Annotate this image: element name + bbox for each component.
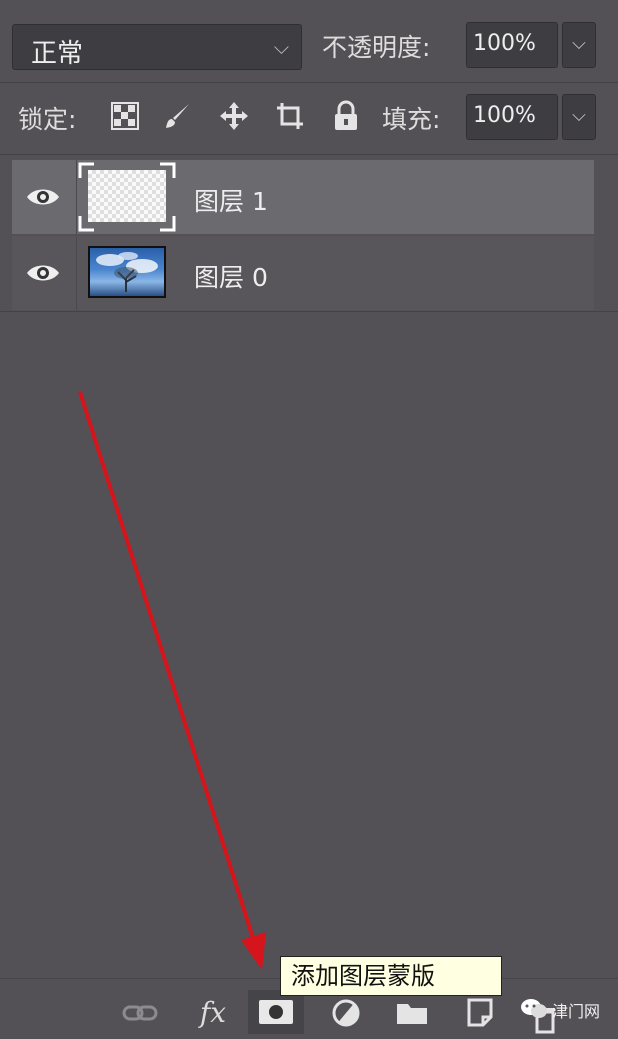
new-layer-icon[interactable]: [460, 994, 500, 1030]
add-mask-icon: [259, 1000, 293, 1024]
fx-label: fx: [199, 995, 227, 1029]
fx-icon[interactable]: fx: [188, 992, 238, 1032]
chat-bubble-icon: [521, 999, 547, 1018]
adjustment-icon[interactable]: [326, 994, 366, 1032]
folder-icon[interactable]: [392, 996, 432, 1030]
annotation-arrow: [78, 391, 266, 970]
add-mask-tooltip: 添加图层蒙版: [280, 956, 502, 996]
tooltip-text: 添加图层蒙版: [291, 962, 435, 990]
link-icon[interactable]: [120, 998, 160, 1028]
watermark-text: 津门网: [552, 1002, 601, 1021]
add-mask-button[interactable]: [248, 990, 304, 1034]
watermark-badge: 津门网: [518, 992, 610, 1026]
